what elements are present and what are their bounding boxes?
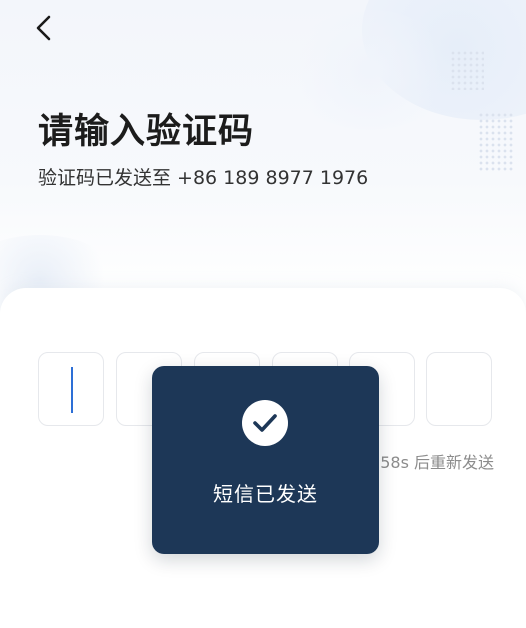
back-button[interactable] [24,8,64,48]
page-title: 请输入验证码 [38,112,255,152]
decor-circle [285,10,455,130]
code-digit-box-6[interactable] [426,352,492,426]
sms-sent-toast: 短信已发送 [152,366,379,554]
chevron-left-icon [36,15,51,41]
toast-message: 短信已发送 [213,482,318,506]
sent-to-phone-text: 验证码已发送至 +86 189 8977 1976 [38,167,369,189]
decor-circle [362,0,526,120]
resend-countdown: 58s 后重新发送 [380,453,494,472]
check-circle-icon [242,400,288,446]
code-digit-box-1[interactable] [38,352,104,426]
check-icon [253,414,277,432]
decor-dot-grid [478,112,514,172]
decor-dot-grid [450,50,484,90]
text-caret [71,367,73,413]
